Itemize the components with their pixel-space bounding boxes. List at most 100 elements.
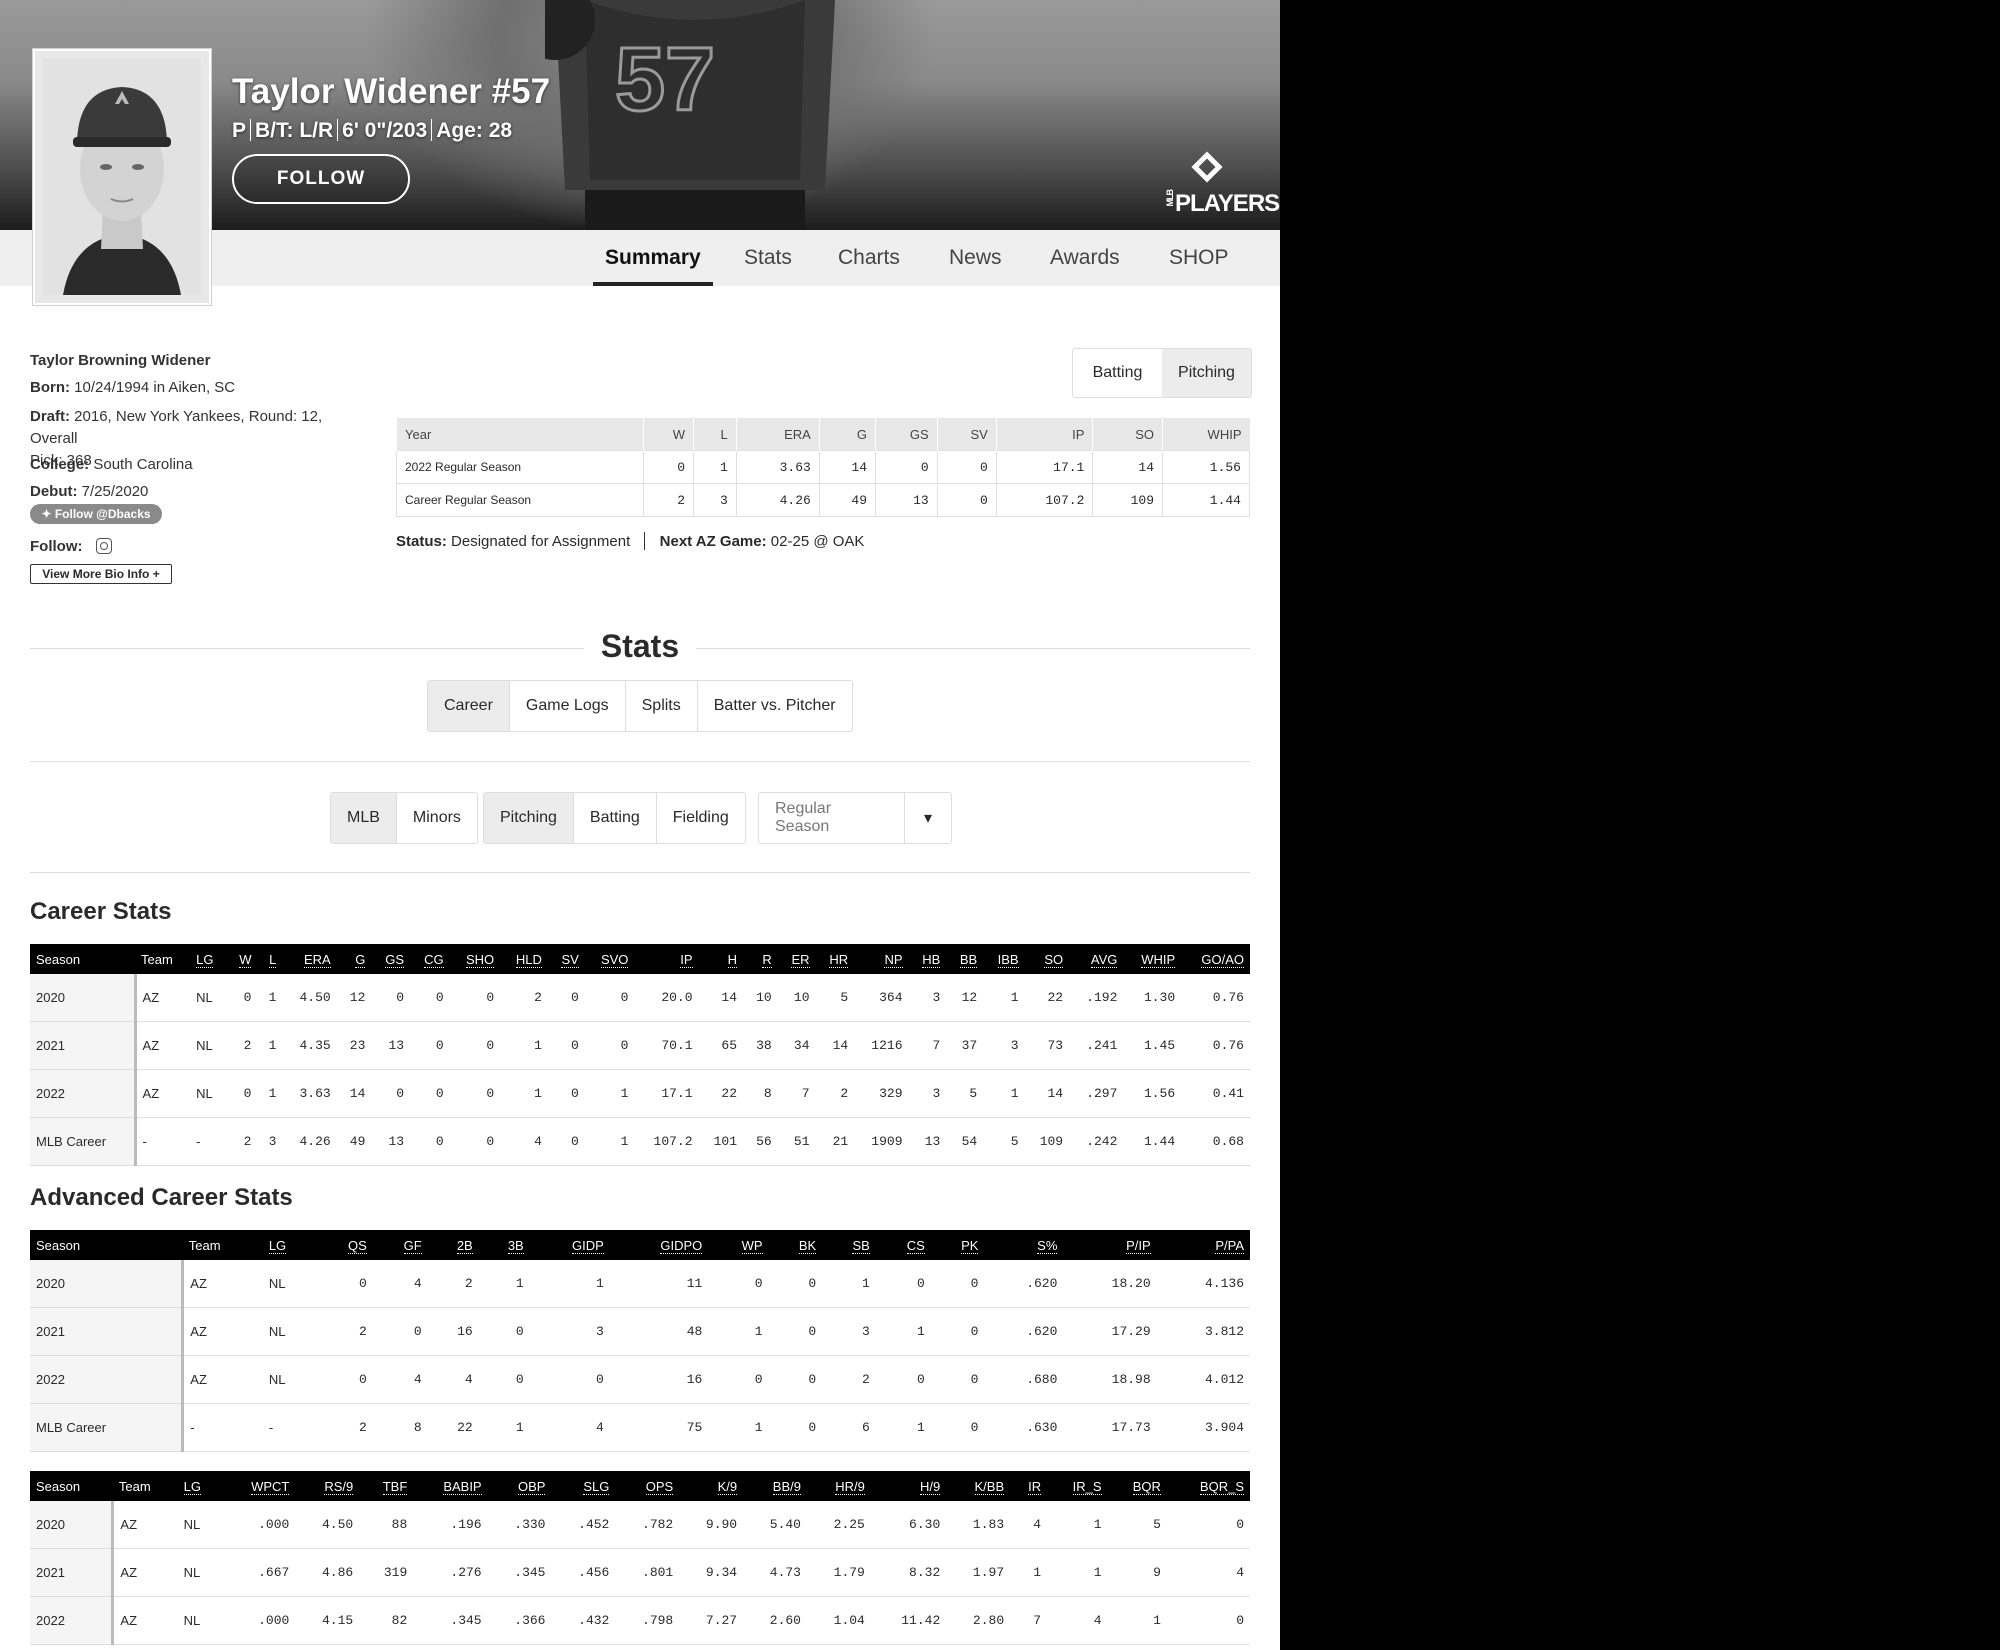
- column-header[interactable]: OBP: [487, 1471, 552, 1501]
- column-header[interactable]: SO: [1024, 944, 1070, 974]
- column-header[interactable]: BQR: [1107, 1471, 1167, 1501]
- column-header[interactable]: NP: [854, 944, 909, 974]
- column-header[interactable]: WHIP: [1123, 944, 1182, 974]
- subtab-splits[interactable]: Splits: [626, 681, 698, 731]
- column-header[interactable]: SB: [822, 1230, 876, 1260]
- column-header[interactable]: IR: [1010, 1471, 1048, 1501]
- column-header[interactable]: ER: [777, 944, 816, 974]
- column-header[interactable]: HR: [815, 944, 855, 974]
- column-header[interactable]: GIDP: [529, 1230, 610, 1260]
- column-header[interactable]: PK: [930, 1230, 985, 1260]
- view-more-bio-button[interactable]: View More Bio Info +: [30, 564, 172, 584]
- subtab-batter-vs-pitcher[interactable]: Batter vs. Pitcher: [698, 681, 852, 731]
- column-header[interactable]: W: [642, 418, 694, 451]
- column-header[interactable]: BB: [946, 944, 984, 974]
- column-header[interactable]: BQR_S: [1166, 1471, 1250, 1501]
- table-cell: 0.68: [1181, 1117, 1250, 1166]
- column-header[interactable]: Season: [30, 1471, 113, 1501]
- column-header[interactable]: R: [743, 944, 778, 974]
- type-batting[interactable]: Batting: [574, 793, 657, 843]
- column-header[interactable]: IP: [995, 418, 1093, 451]
- tab-stats[interactable]: Stats: [744, 230, 792, 286]
- column-header[interactable]: TBF: [359, 1471, 414, 1501]
- filter-mlb[interactable]: MLB: [331, 793, 397, 843]
- twitter-follow-button[interactable]: ✦ Follow @Dbacks: [30, 504, 162, 524]
- player-page: 57 Taylor Widener #57 P B/T: L/R 6' 0"/203…: [0, 0, 1280, 1650]
- column-header[interactable]: GS: [875, 418, 938, 451]
- column-header[interactable]: K/9: [679, 1471, 744, 1501]
- column-header[interactable]: CS: [875, 1230, 931, 1260]
- column-header[interactable]: ERA: [735, 418, 820, 451]
- tab-charts[interactable]: Charts: [838, 230, 900, 286]
- table-cell: 17.29: [1063, 1307, 1157, 1356]
- column-header[interactable]: AVG: [1069, 944, 1124, 974]
- column-header[interactable]: L: [257, 944, 283, 974]
- type-pitching[interactable]: Pitching: [484, 793, 574, 843]
- column-header[interactable]: WP: [708, 1230, 769, 1260]
- column-header[interactable]: IP: [634, 944, 699, 974]
- season-type-select[interactable]: Regular Season ▾: [758, 792, 952, 844]
- column-header[interactable]: LG: [262, 1230, 317, 1260]
- column-header[interactable]: WPCT: [221, 1471, 296, 1501]
- column-header[interactable]: IBB: [983, 944, 1025, 974]
- tab-news[interactable]: News: [949, 230, 1002, 286]
- column-header[interactable]: Team: [112, 1471, 178, 1501]
- column-header[interactable]: BABIP: [413, 1471, 488, 1501]
- column-header[interactable]: WHIP: [1162, 418, 1250, 451]
- column-header[interactable]: G: [818, 418, 876, 451]
- column-header[interactable]: G: [336, 944, 372, 974]
- tab-summary[interactable]: Summary: [593, 230, 713, 286]
- table-cell: 2.60: [743, 1596, 807, 1645]
- column-header[interactable]: QS: [316, 1230, 373, 1260]
- follow-button[interactable]: FOLLOW: [232, 154, 410, 204]
- column-header[interactable]: ERA: [282, 944, 337, 974]
- toggle-pitching[interactable]: Pitching: [1162, 349, 1251, 397]
- column-header[interactable]: LG: [177, 1471, 222, 1501]
- toggle-batting[interactable]: Batting: [1073, 349, 1162, 397]
- column-header[interactable]: Team: [135, 944, 191, 974]
- column-header[interactable]: SVO: [584, 944, 635, 974]
- column-header[interactable]: Year: [396, 418, 644, 451]
- column-header[interactable]: L: [693, 418, 737, 451]
- column-header[interactable]: BB/9: [743, 1471, 807, 1501]
- column-header[interactable]: P/IP: [1063, 1230, 1157, 1260]
- column-header[interactable]: K/BB: [946, 1471, 1011, 1501]
- column-header[interactable]: W: [226, 944, 258, 974]
- column-header[interactable]: CG: [410, 944, 450, 974]
- column-header[interactable]: GO/AO: [1181, 944, 1250, 974]
- column-header[interactable]: S%: [984, 1230, 1064, 1260]
- column-header[interactable]: 2B: [427, 1230, 479, 1260]
- column-header[interactable]: HLD: [500, 944, 548, 974]
- column-header[interactable]: SHO: [449, 944, 501, 974]
- column-header[interactable]: SV: [936, 418, 997, 451]
- column-header[interactable]: SV: [547, 944, 585, 974]
- advanced-stats-table: Season Team LG QS GF 2B 3B GIDP GIDPO WP BK SB CS PK S…: [30, 1230, 1250, 1452]
- instagram-icon[interactable]: [96, 538, 112, 554]
- column-header[interactable]: RS/9: [295, 1471, 360, 1501]
- column-header[interactable]: GF: [372, 1230, 428, 1260]
- column-header[interactable]: SLG: [551, 1471, 616, 1501]
- column-header[interactable]: Team: [182, 1230, 263, 1260]
- tab-awards[interactable]: Awards: [1050, 230, 1120, 286]
- column-header[interactable]: IR_S: [1047, 1471, 1108, 1501]
- filter-minors[interactable]: Minors: [397, 793, 477, 843]
- type-fielding[interactable]: Fielding: [657, 793, 745, 843]
- column-header[interactable]: OPS: [615, 1471, 680, 1501]
- column-header[interactable]: SO: [1092, 418, 1163, 451]
- column-header[interactable]: BK: [768, 1230, 823, 1260]
- column-header[interactable]: P/PA: [1156, 1230, 1250, 1260]
- table-cell: 0: [708, 1260, 769, 1308]
- column-header[interactable]: Season: [30, 1230, 183, 1260]
- column-header[interactable]: Season: [30, 944, 136, 974]
- column-header[interactable]: H/9: [870, 1471, 947, 1501]
- column-header[interactable]: HR/9: [806, 1471, 871, 1501]
- column-header[interactable]: LG: [190, 944, 227, 974]
- subtab-career[interactable]: Career: [428, 681, 510, 731]
- column-header[interactable]: GIDPO: [609, 1230, 709, 1260]
- subtab-game-logs[interactable]: Game Logs: [510, 681, 626, 731]
- column-header[interactable]: GS: [371, 944, 411, 974]
- tab-shop[interactable]: SHOP: [1169, 230, 1229, 286]
- column-header[interactable]: 3B: [478, 1230, 530, 1260]
- column-header[interactable]: HB: [908, 944, 947, 974]
- column-header[interactable]: H: [698, 944, 744, 974]
